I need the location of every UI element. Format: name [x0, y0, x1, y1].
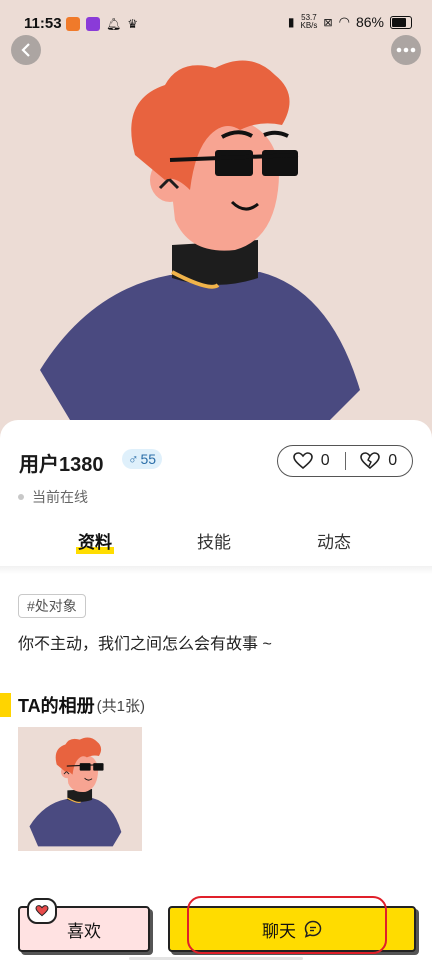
album-title: TA的相册 — [18, 696, 95, 716]
dislike-count-button[interactable]: 0 — [346, 452, 413, 470]
online-dot-icon — [18, 494, 24, 500]
tab-label: 资料 — [78, 533, 112, 552]
chat-button[interactable]: 聊天 — [168, 906, 416, 952]
wifi-icon: ◠ — [338, 14, 350, 29]
gender-age-badge: ♂ 55 — [122, 449, 163, 469]
bio-text: 你不主动，我们之间怎么会有故事 ~ — [18, 636, 272, 653]
username: 用户1380 — [19, 454, 104, 476]
tab-profile-info[interactable]: 资料 — [76, 528, 114, 554]
crown-icon: ♛ — [127, 17, 138, 31]
profile-card: 用户1380 ♂ 55 0 0 当前在线 资料 技能 动态 — [0, 420, 432, 570]
heart-badge — [27, 898, 57, 924]
network-speed: 53.7 KB/s — [301, 14, 318, 30]
tab-skills[interactable]: 技能 — [197, 528, 231, 553]
heart-outline-icon — [292, 452, 313, 470]
album-count: (共1张) — [96, 697, 146, 715]
sim-icon: ⊠ — [323, 16, 333, 29]
vibrate-icon: ▮ — [287, 15, 295, 29]
more-dots-icon — [396, 47, 416, 53]
age-value: 55 — [140, 451, 157, 467]
broken-heart-icon — [360, 452, 381, 470]
system-icons: ▮ 53.7 KB/s ⊠ ◠ 86% — [288, 14, 412, 30]
tab-label: 动态 — [317, 533, 351, 552]
battery-icon — [390, 15, 412, 29]
tab-label: 技能 — [197, 533, 231, 552]
like-button[interactable]: 喜欢 — [18, 898, 150, 952]
album-accent-bar — [0, 693, 11, 717]
hero-avatar-banner: 11:53 🔔︎ ♛ ▮ 53.7 KB/s ⊠ ◠ 86% — [0, 0, 432, 440]
section-divider — [0, 566, 432, 574]
app-notification-icon — [66, 17, 80, 31]
chat-button-label: 聊天 — [262, 921, 296, 941]
like-button-label: 喜欢 — [67, 921, 101, 941]
more-options-button[interactable] — [391, 35, 421, 65]
home-indicator[interactable] — [129, 957, 303, 960]
back-button[interactable] — [11, 35, 41, 65]
album-header: TA的相册 (共1张) — [0, 693, 145, 717]
avatar-illustration — [40, 60, 360, 420]
album-photo-thumbnail[interactable] — [18, 727, 142, 851]
interest-tag: #处对象 — [18, 594, 86, 618]
notification-icons: 🔔︎ ♛ — [66, 17, 138, 31]
like-dislike-counter: 0 0 — [277, 445, 413, 477]
chat-bubble-icon — [304, 920, 322, 938]
online-status: 当前在线 — [18, 487, 88, 507]
app-notification-icon — [86, 17, 100, 31]
like-count-button[interactable]: 0 — [278, 452, 345, 470]
chevron-left-icon — [21, 43, 30, 57]
tab-moments[interactable]: 动态 — [317, 528, 351, 553]
status-bar: 11:53 🔔︎ ♛ ▮ 53.7 KB/s ⊠ ◠ 86% — [0, 0, 432, 52]
battery-percent: 86% — [355, 14, 384, 30]
profile-tabs: 资料 技能 动态 — [0, 520, 432, 560]
bell-icon: 🔔︎ — [106, 17, 122, 31]
heart-filled-icon — [35, 905, 49, 917]
like-count: 0 — [320, 452, 330, 469]
status-time: 11:53 — [24, 15, 62, 32]
net-speed-unit: KB/s — [300, 21, 318, 30]
dislike-count: 0 — [388, 452, 398, 469]
male-icon: ♂ — [128, 451, 139, 467]
online-status-text: 当前在线 — [32, 489, 88, 505]
avatar-thumbnail-image — [29, 737, 122, 847]
